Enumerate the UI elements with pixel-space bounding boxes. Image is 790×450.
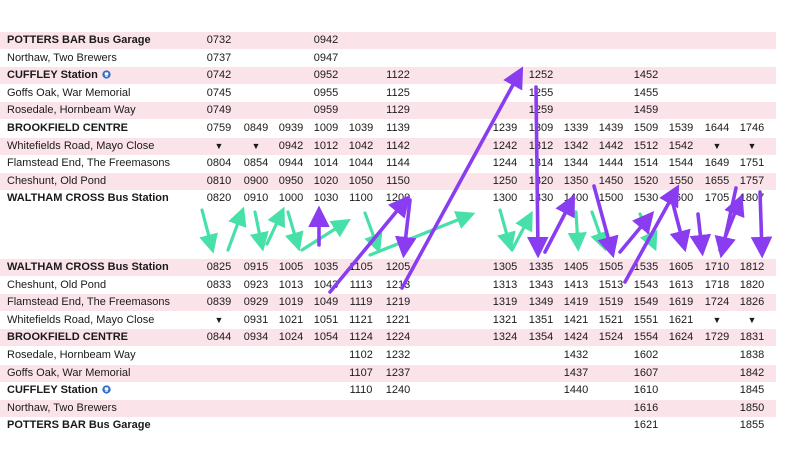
annotation-arrow (669, 198, 691, 253)
annotation-arrow (689, 212, 712, 257)
annotation-arrow (510, 210, 533, 252)
annotation-arrow (527, 85, 549, 259)
annotation-arrow (249, 210, 269, 252)
annotation-arrows (199, 66, 773, 294)
annotation-arrow (395, 198, 417, 259)
annotation-arrow (497, 208, 516, 252)
annotation-arrow (750, 190, 773, 259)
annotation-arrow (199, 208, 218, 254)
annotation-arrow (543, 194, 575, 254)
annotation-arrow (300, 218, 351, 252)
annotation-arrow (226, 206, 247, 252)
annotation-arrow (567, 210, 587, 252)
annotation-arrow (265, 206, 285, 246)
annotation-arrow (400, 66, 524, 290)
annotation-arrow (284, 210, 304, 252)
annotation-arrow (368, 211, 476, 257)
